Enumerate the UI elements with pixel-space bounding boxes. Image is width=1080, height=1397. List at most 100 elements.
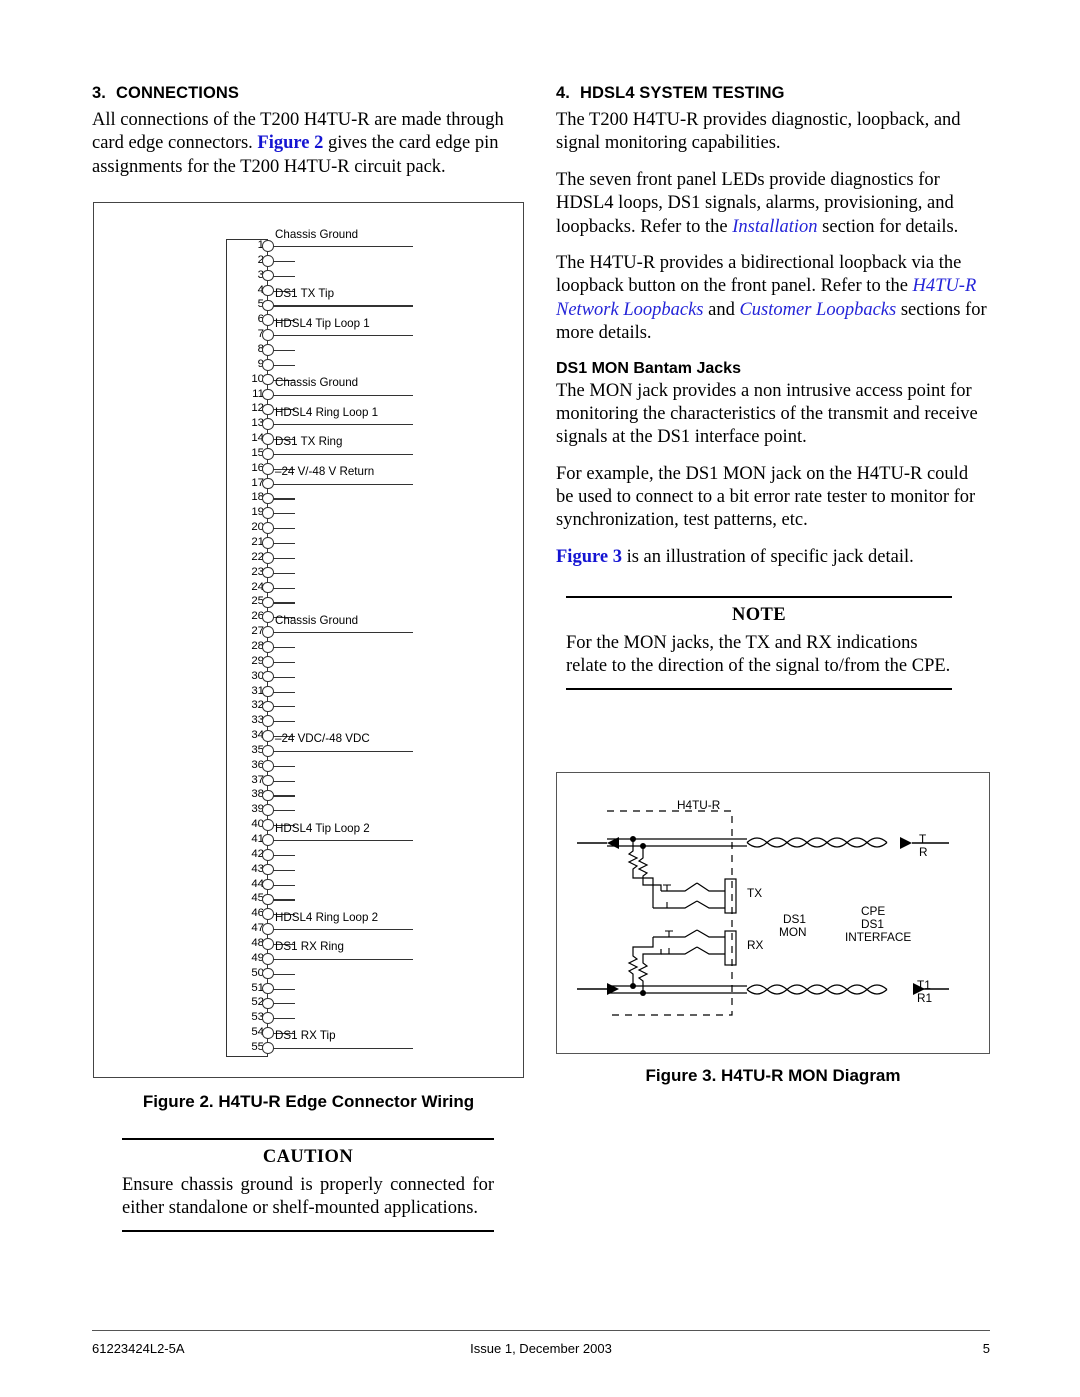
testing-paragraph-3: The H4TU-R provides a bidirectional loop… bbox=[556, 252, 990, 346]
pin-contact-icon bbox=[262, 626, 274, 638]
pin-contact-icon bbox=[262, 878, 274, 891]
pin-lead-line bbox=[273, 543, 295, 545]
section-number: 4. bbox=[556, 84, 570, 102]
pin-lead-line bbox=[273, 424, 413, 426]
pin-contact-icon bbox=[262, 344, 274, 356]
pin-lead-line bbox=[273, 528, 295, 530]
pin-number: 7 bbox=[257, 328, 264, 341]
pin-lead-line bbox=[273, 1047, 413, 1050]
pin-lead-line bbox=[273, 498, 295, 500]
pin-contact-icon bbox=[262, 596, 274, 609]
pin-label: HDSL4 Ring Loop 2 bbox=[275, 910, 379, 924]
pin-number: 42 bbox=[251, 847, 264, 860]
figure-3-intro-paragraph: Figure 3 is an illustration of specific … bbox=[556, 546, 990, 569]
pin-contact-icon bbox=[262, 819, 274, 831]
pin-contact-icon bbox=[262, 388, 274, 401]
pin-lead-line bbox=[273, 246, 413, 248]
right-column: 4. HDSL4 SYSTEM TESTING The T200 H4TU-R p… bbox=[556, 84, 990, 582]
pin-number: 5 bbox=[257, 298, 264, 311]
connector-pin-row: 54 bbox=[226, 1026, 516, 1041]
label-mon: MON bbox=[779, 925, 807, 939]
pin-lead-line bbox=[273, 587, 295, 589]
pin-lead-line bbox=[273, 260, 295, 262]
pin-number: 17 bbox=[251, 476, 264, 489]
pin-number: 32 bbox=[251, 699, 264, 712]
pin-contact-icon bbox=[262, 373, 274, 386]
figure-3-container: H4TU-R TX RX T R T1 R1 DS1 MON CPE DS1 I… bbox=[556, 772, 990, 1054]
connector-pin-row: 24 bbox=[226, 581, 516, 596]
example-paragraph: For example, the DS1 MON jack on the H4T… bbox=[556, 463, 976, 531]
figure-2-container: 1 Chassis Ground 2 3 4 5 DS1 TX Tip 6 7 HDSL4 Tip… bbox=[93, 202, 524, 1078]
figure-2-reference-link[interactable]: Figure 2 bbox=[257, 133, 323, 153]
pin-label: Chassis Ground bbox=[275, 376, 359, 389]
pin-contact-icon bbox=[262, 745, 274, 757]
pin-number: 2 bbox=[257, 253, 264, 266]
pin-number: 21 bbox=[251, 536, 264, 548]
para-text-a: The H4TU-R provides a bidirectional loop… bbox=[556, 252, 962, 297]
connector-pin-row: 33 bbox=[226, 714, 516, 729]
connector-pin-row: 52 bbox=[226, 996, 516, 1011]
pin-number: 10 bbox=[251, 372, 264, 385]
connector-pin-row: 2 bbox=[226, 254, 516, 269]
connector-pin-row: 7 HDSL4 Tip Loop 1 bbox=[226, 317, 516, 343]
pin-contact-icon bbox=[262, 403, 274, 416]
customer-loopbacks-link[interactable]: Customer Loopbacks bbox=[739, 300, 896, 320]
pin-number: 50 bbox=[251, 966, 264, 979]
label-rx: RX bbox=[747, 938, 764, 952]
figure-3-reference-link[interactable]: Figure 3 bbox=[556, 547, 622, 567]
footer-divider bbox=[92, 1330, 990, 1332]
pin-contact-icon bbox=[262, 507, 274, 520]
left-column: 3. CONNECTIONS All connections of the T20… bbox=[92, 84, 524, 192]
installation-reference-link[interactable]: Installation bbox=[732, 217, 817, 237]
pin-contact-icon bbox=[262, 1027, 274, 1039]
connector-pin-row: 31 bbox=[226, 685, 516, 700]
pin-number: 35 bbox=[251, 743, 264, 756]
pin-number: 30 bbox=[251, 669, 264, 682]
pin-contact-icon bbox=[262, 700, 274, 713]
connector-pin-row: 47 HDSL4 Ring Loop 2 bbox=[226, 911, 516, 937]
pin-contact-icon bbox=[262, 448, 274, 460]
pin-number: 9 bbox=[257, 357, 264, 370]
pin-contact-icon bbox=[262, 849, 274, 861]
pin-number: 43 bbox=[251, 862, 264, 875]
pin-contact-icon bbox=[262, 269, 274, 282]
connector-pin-row: 6 bbox=[226, 313, 516, 328]
label-tx: TX bbox=[747, 886, 763, 900]
pin-lead-line bbox=[273, 810, 295, 812]
pin-lead-line bbox=[273, 1018, 295, 1020]
pin-contact-icon bbox=[262, 655, 274, 668]
section-number: 3. bbox=[92, 84, 106, 102]
pin-lead-line bbox=[273, 780, 295, 782]
connector-pin-row: 17 –24 V/-48 V Return bbox=[226, 466, 516, 492]
pin-number: 16 bbox=[251, 461, 264, 474]
connector-pin-row: 27 Chassis Ground bbox=[226, 614, 516, 640]
pin-contact-icon bbox=[262, 967, 274, 980]
pin-lead-line bbox=[273, 394, 413, 396]
pin-lead-line bbox=[273, 335, 413, 337]
pin-contact-icon bbox=[262, 730, 274, 742]
pin-contact-icon bbox=[262, 923, 274, 935]
section-heading-connections: 3. CONNECTIONS bbox=[92, 84, 524, 103]
subheading-ds1-mon-bantam-jacks: DS1 MON Bantam Jacks bbox=[556, 359, 741, 377]
connector-pin-row: 40 bbox=[226, 818, 516, 833]
section-heading-hdsl4-system-testing: 4. HDSL4 SYSTEM TESTING bbox=[556, 84, 990, 103]
pin-number: 51 bbox=[251, 981, 264, 994]
pin-contact-icon bbox=[262, 433, 274, 445]
pin-contact-icon bbox=[262, 522, 274, 534]
pin-lead-line bbox=[273, 557, 295, 559]
pin-lead-line bbox=[273, 572, 295, 574]
pin-number: 46 bbox=[251, 907, 264, 920]
connector-pin-row: 11 Chassis Ground bbox=[226, 377, 516, 403]
pin-contact-icon bbox=[262, 492, 274, 505]
connector-pin-row: 42 bbox=[226, 848, 516, 863]
pin-number: 40 bbox=[251, 818, 264, 831]
pin-contact-icon bbox=[262, 804, 274, 817]
pin-contact-icon bbox=[262, 789, 274, 802]
pin-number: 20 bbox=[251, 521, 264, 534]
pin-label: HDSL4 Ring Loop 1 bbox=[275, 405, 379, 419]
pin-number: 34 bbox=[251, 729, 264, 742]
connector-pin-row: 20 bbox=[226, 521, 516, 536]
pin-contact-icon bbox=[262, 774, 274, 787]
pin-label: –24 V/-48 V Return bbox=[275, 465, 375, 479]
connector-pin-row: 49 DS1 RX Ring bbox=[226, 941, 516, 967]
